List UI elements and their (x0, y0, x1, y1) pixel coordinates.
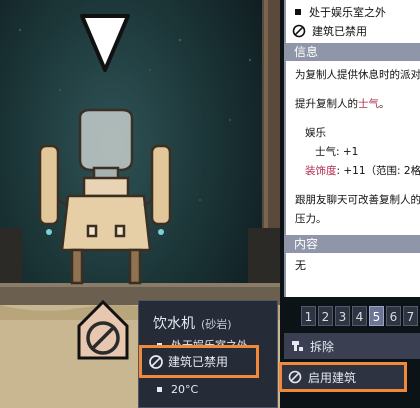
tab-4[interactable]: 4 (352, 306, 367, 326)
morale-bonus: 士气: +1 (315, 146, 359, 158)
disabled-icon (292, 24, 306, 37)
tab-2[interactable]: 2 (318, 306, 333, 326)
content-header: 内容 (286, 235, 420, 253)
tab-1[interactable]: 1 (301, 306, 316, 326)
tab-5[interactable]: 5 (369, 306, 384, 326)
status-row-outside: 处于娱乐室之外 (292, 2, 420, 21)
info-morale-line: 提升复制人的士气。 (295, 98, 390, 110)
tooltip-temperature: 20°C (157, 383, 198, 396)
demolish-icon (292, 341, 303, 351)
bullet-icon (295, 8, 301, 15)
info-body: 为复制人提供休息时的派对 提升复制人的士气。 娱乐 士气: +1 装饰度: +1… (286, 61, 420, 235)
tab-6[interactable]: 6 (386, 306, 401, 326)
tab-3[interactable]: 3 (335, 306, 350, 326)
info-header: 信息 (286, 43, 420, 61)
chat-line-2: 压力。 (295, 213, 327, 225)
tab-7[interactable]: 7 (403, 306, 418, 326)
chat-line-1: 跟朋友聊天可改善复制人的 (295, 194, 420, 206)
status-row-disabled: 建筑已禁用 (292, 21, 420, 40)
tooltip-title: 饮水机 (砂岩) (153, 316, 232, 332)
content-value: 无 (295, 259, 306, 272)
priority-tabs: 1 2 3 4 5 6 7 (301, 306, 418, 326)
building-info-panel: 处于娱乐室之外 建筑已禁用 信息 为复制人提供休息时的派对 提升复制人的士气。 … (284, 0, 420, 297)
info-description: 为复制人提供休息时的派对 (295, 69, 420, 81)
disabled-icon (288, 370, 302, 384)
demolish-button[interactable]: 拆除 (284, 333, 420, 359)
enable-building-button[interactable]: 启用建筑 (279, 362, 407, 392)
recreation-label: 娱乐 (305, 127, 326, 139)
tooltip-disabled-status: 建筑已禁用 (139, 345, 259, 378)
decor-line: 装饰度: +11（范围: 2格 (305, 165, 420, 177)
disabled-icon (149, 354, 163, 369)
morale-keyword: 士气 (358, 98, 379, 110)
bullet-icon (157, 387, 162, 392)
status-section: 处于娱乐室之外 建筑已禁用 (286, 0, 420, 43)
